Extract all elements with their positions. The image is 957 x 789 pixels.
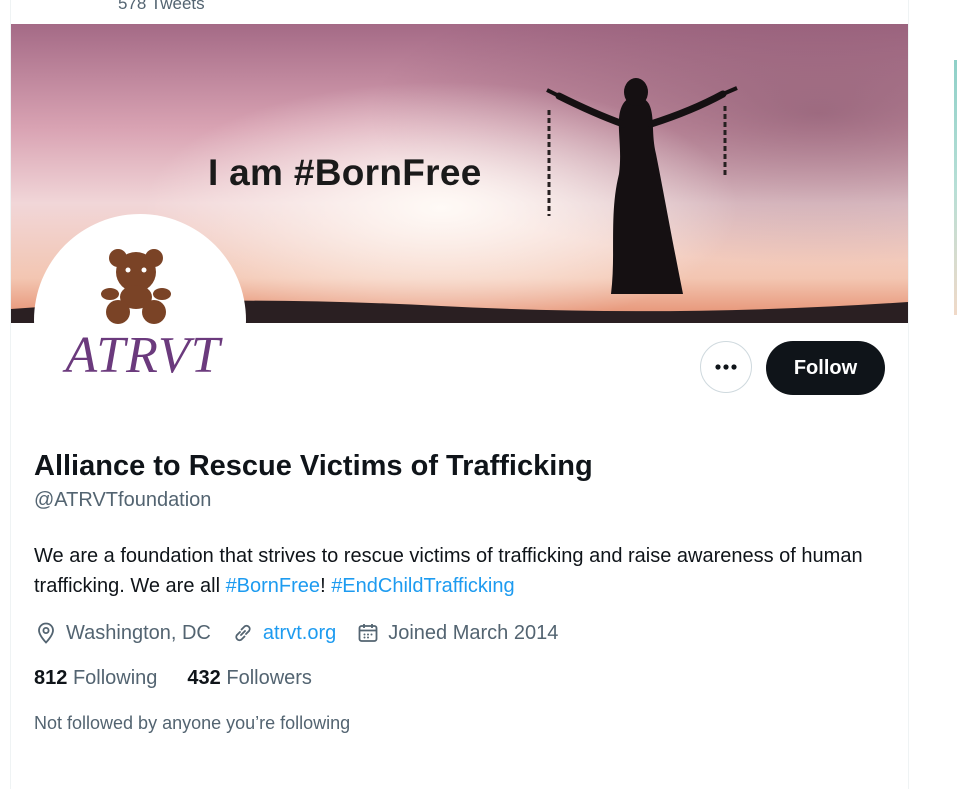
not-followed-notice: Not followed by anyone you’re following: [34, 713, 351, 733]
banner-text: I am #BornFree: [208, 152, 482, 193]
profile-meta: Washington, DC atrvt.org Joined March 20…: [34, 618, 578, 648]
more-options-button[interactable]: [700, 341, 752, 393]
joined-item: Joined March 2014: [356, 621, 558, 645]
follow-stats: 812 Following 432 Followers: [34, 667, 342, 690]
followers-count: 432: [187, 667, 221, 689]
bio-text-punctuation: !: [320, 575, 332, 597]
follow-button[interactable]: Follow: [766, 341, 885, 395]
more-icon: [715, 364, 737, 370]
following-count: 812: [34, 667, 68, 689]
location-text: Washington, DC: [66, 621, 211, 644]
avatar-logo-text: ATRVT: [65, 327, 221, 384]
user-handle: @ATRVTfoundation: [34, 489, 212, 511]
left-gutter: [0, 0, 11, 789]
followers-label: Followers: [226, 667, 312, 689]
tweets-count: 578 Tweets: [118, 0, 205, 13]
profile-avatar[interactable]: ATRVT: [34, 214, 246, 426]
hashtag-link-endchildtrafficking[interactable]: #EndChildTrafficking: [331, 575, 514, 597]
link-icon: [235, 624, 251, 642]
following-label: Following: [72, 667, 158, 689]
location-item: Washington, DC: [34, 621, 211, 645]
right-sidebar-area: [909, 0, 957, 789]
following-link[interactable]: 812 Following: [34, 667, 157, 690]
teddy-bear-icon: [101, 249, 171, 324]
website-item: atrvt.org: [231, 621, 336, 645]
calendar-icon: [358, 624, 378, 642]
display-name: Alliance to Rescue Victims of Traffickin…: [34, 450, 593, 482]
profile-bio: We are a foundation that strives to resc…: [34, 541, 894, 601]
joined-text: Joined March 2014: [388, 621, 559, 644]
followers-link[interactable]: 432 Followers: [187, 667, 312, 690]
hashtag-link-bornfree[interactable]: #BornFree: [226, 575, 321, 597]
location-icon: [38, 622, 54, 644]
website-link[interactable]: atrvt.org: [263, 622, 336, 645]
